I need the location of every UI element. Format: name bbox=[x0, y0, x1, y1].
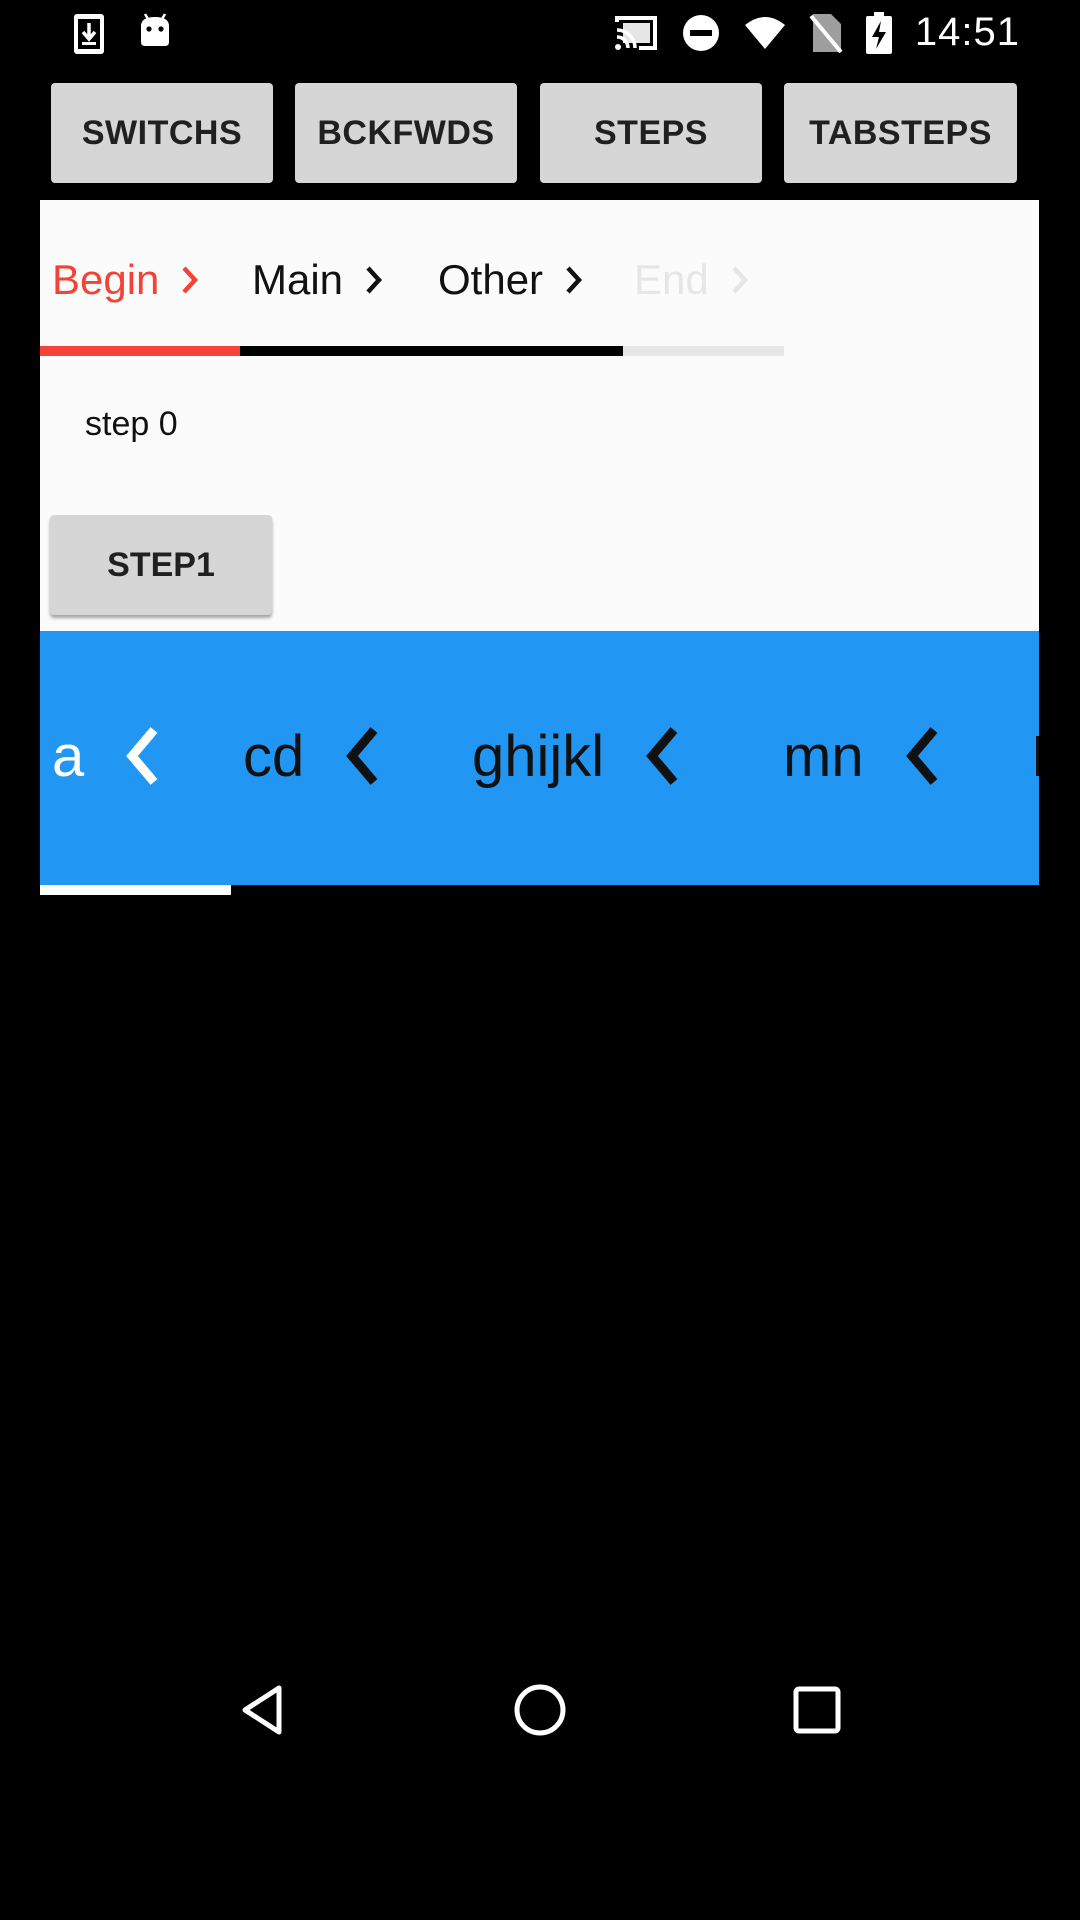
back-icon[interactable] bbox=[203, 1650, 323, 1770]
step-label: Main bbox=[252, 256, 344, 303]
tab-cd[interactable]: cd bbox=[243, 691, 380, 821]
screen: 14:51 SWITCHS BCKFWDS STEPS TABSTEPS Beg… bbox=[0, 0, 1080, 1920]
steps-button[interactable]: STEPS bbox=[540, 83, 762, 183]
top-button-row: SWITCHS BCKFWDS STEPS TABSTEPS bbox=[0, 83, 1080, 183]
chevron-right-icon bbox=[731, 265, 749, 295]
step1-button[interactable]: STEP1 bbox=[50, 515, 272, 615]
battery-charging-icon bbox=[865, 11, 893, 55]
tab-indicator bbox=[40, 885, 231, 895]
chevron-left-icon bbox=[344, 726, 380, 786]
clock: 14:51 bbox=[914, 10, 1020, 54]
navigation-bar bbox=[0, 1650, 1080, 1770]
step-label: Other bbox=[438, 256, 544, 303]
tab-overflow-edge bbox=[1036, 736, 1039, 776]
chevron-right-icon bbox=[365, 265, 383, 295]
tab-ghijkl[interactable]: ghijkl bbox=[472, 691, 680, 821]
wifi-icon bbox=[743, 15, 787, 51]
do-not-disturb-icon bbox=[681, 13, 721, 53]
switchs-button[interactable]: SWITCHS bbox=[51, 83, 273, 183]
tab-label: ghijkl bbox=[472, 723, 605, 789]
step-indicator-row: Begin Main Other End bbox=[40, 240, 1039, 320]
chevron-right-icon bbox=[565, 265, 583, 295]
step-other[interactable]: Other bbox=[438, 240, 583, 320]
step-begin[interactable]: Begin bbox=[52, 240, 199, 320]
tab-mn[interactable]: mn bbox=[783, 691, 940, 821]
step-content-text: step 0 bbox=[85, 405, 178, 443]
tab-label: a bbox=[52, 723, 85, 789]
bckfwds-button[interactable]: BCKFWDS bbox=[295, 83, 517, 183]
tab-strip: a cd ghijkl mn bbox=[40, 631, 1039, 885]
step-label: End bbox=[634, 256, 709, 303]
step-label: Begin bbox=[52, 256, 160, 303]
tabsteps-button[interactable]: TABSTEPS bbox=[784, 83, 1017, 183]
step-main[interactable]: Main bbox=[252, 240, 383, 320]
chevron-right-icon bbox=[181, 265, 199, 295]
tab-label: mn bbox=[783, 723, 864, 789]
no-sim-icon bbox=[809, 12, 843, 54]
android-icon bbox=[136, 12, 174, 56]
tab-label: cd bbox=[243, 723, 305, 789]
status-bar: 14:51 bbox=[0, 0, 1080, 66]
chevron-left-icon bbox=[904, 726, 940, 786]
stepper-panel: Begin Main Other End step 0 STEP1 bbox=[40, 200, 1039, 631]
recents-icon[interactable] bbox=[757, 1650, 877, 1770]
download-icon bbox=[72, 12, 106, 56]
cast-icon bbox=[613, 14, 659, 52]
progress-segment-done bbox=[240, 346, 623, 356]
chevron-left-icon bbox=[644, 726, 680, 786]
progress-segment-active bbox=[40, 346, 240, 356]
tab-a[interactable]: a bbox=[52, 691, 160, 821]
home-icon[interactable] bbox=[480, 1650, 600, 1770]
chevron-left-icon bbox=[124, 726, 160, 786]
step-end: End bbox=[634, 240, 749, 320]
progress-segment-remaining bbox=[623, 346, 784, 356]
